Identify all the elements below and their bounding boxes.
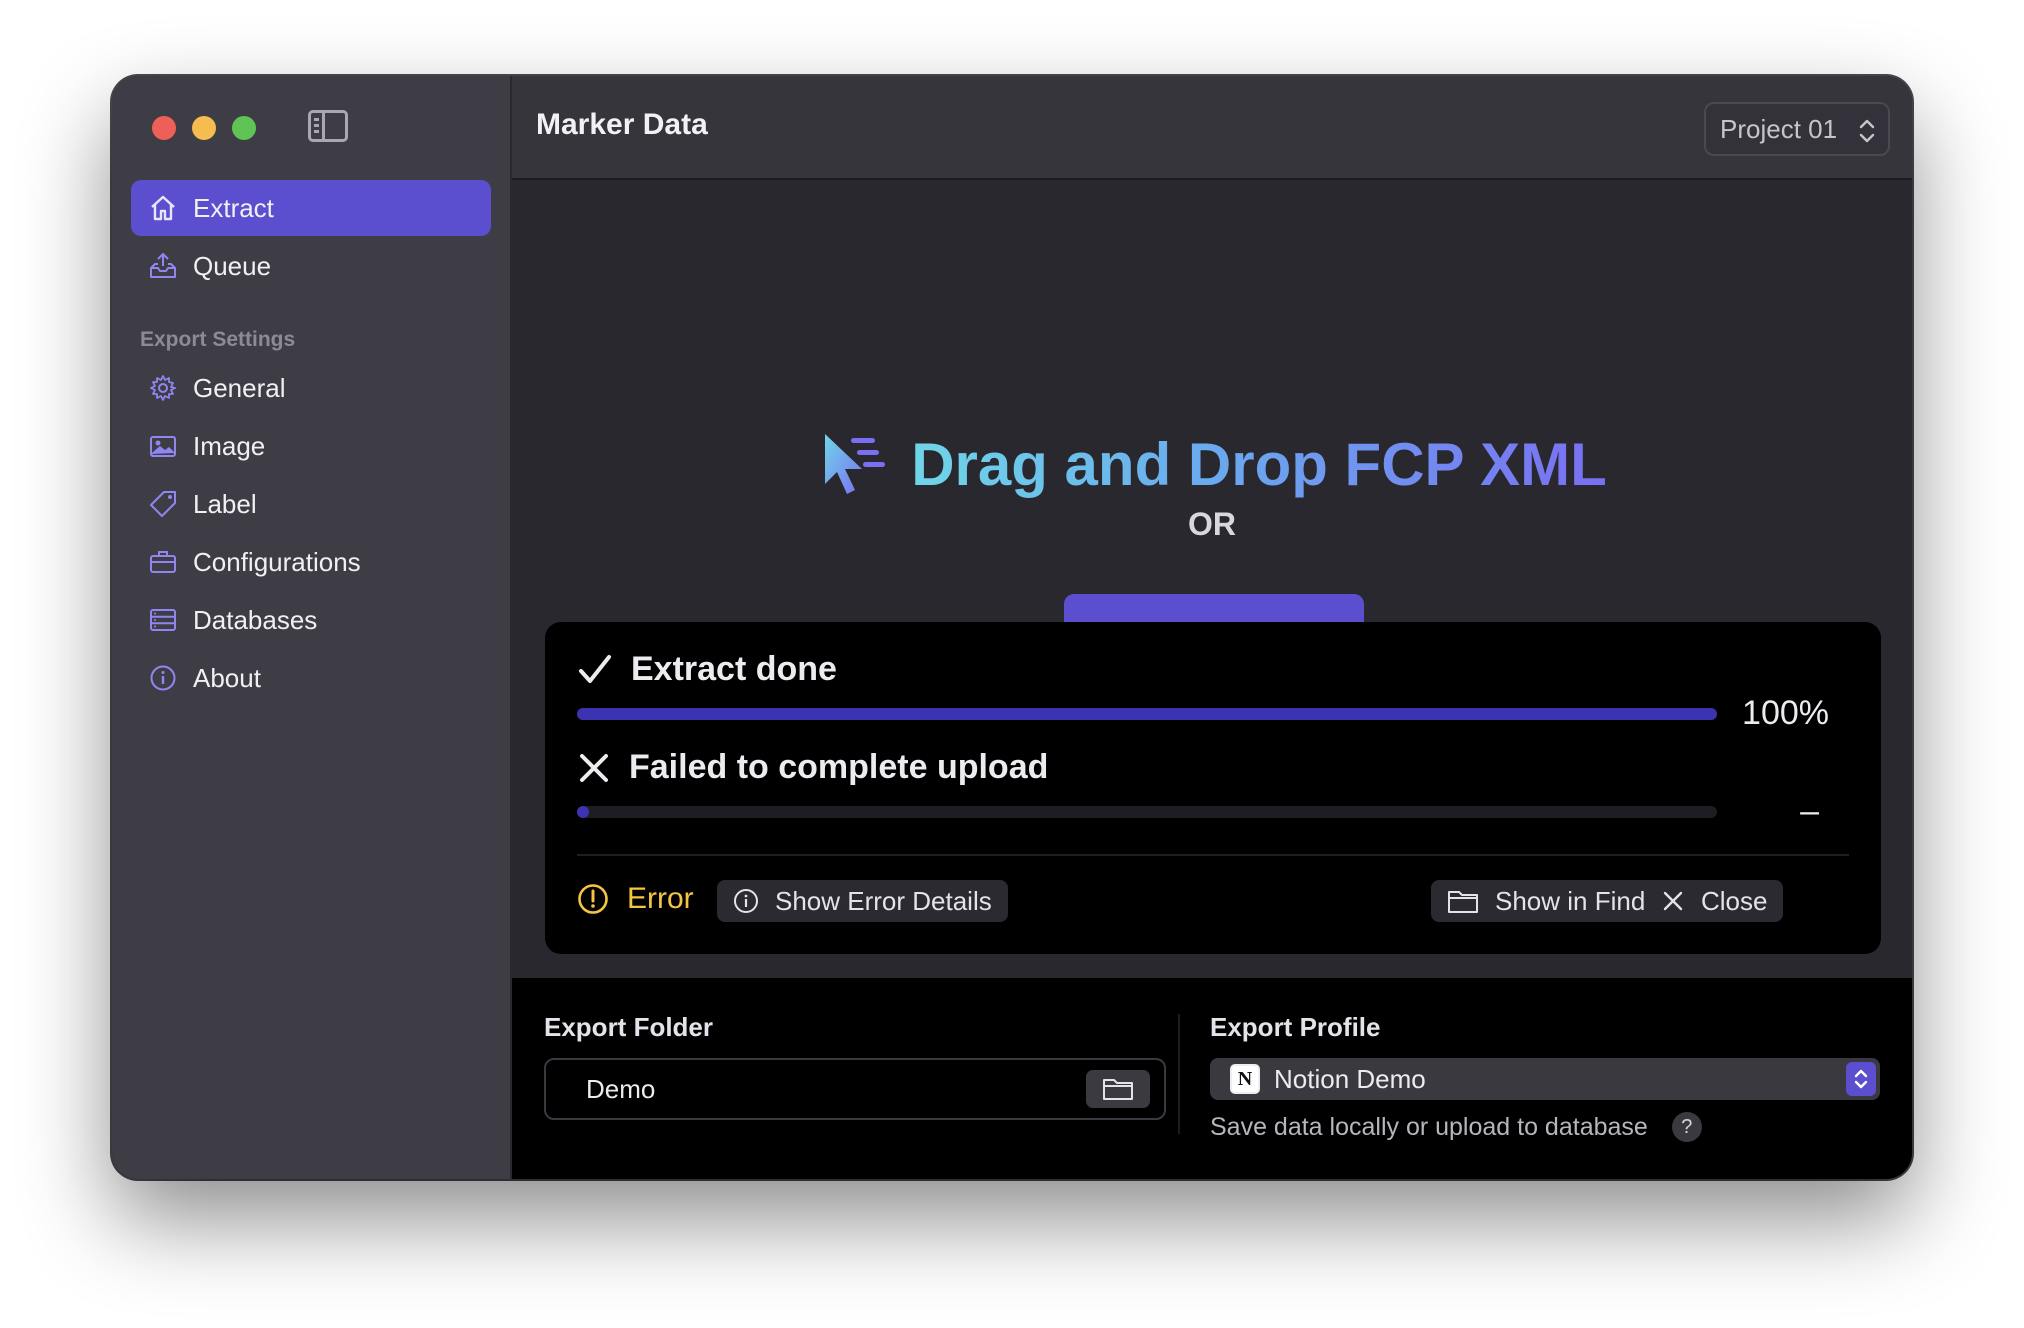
info-icon xyxy=(734,889,758,913)
chevron-updown-icon xyxy=(1859,119,1875,143)
chevron-updown-icon xyxy=(1846,1062,1876,1096)
progress-bar-extract xyxy=(577,708,1717,720)
progress-value: 100% xyxy=(1742,694,1829,732)
briefcase-icon xyxy=(147,546,179,578)
tag-icon xyxy=(147,488,179,520)
export-profile-value: Notion Demo xyxy=(1274,1063,1426,1094)
app-window: Extract Queue Export Settings General Im… xyxy=(112,76,1912,1179)
sidebar-item-label: Configurations xyxy=(193,546,361,577)
sidebar-item-label: Databases xyxy=(193,604,318,635)
sidebar-item-image[interactable]: Image xyxy=(131,418,491,474)
export-profile-hint: Save data locally or upload to database … xyxy=(1210,1112,1702,1142)
progress-bar-upload xyxy=(577,806,1717,818)
button-label: Show Error Details xyxy=(775,885,992,916)
export-folder-value: Demo xyxy=(586,1073,656,1104)
sidebar-item-general[interactable]: General xyxy=(131,360,491,416)
or-separator: OR xyxy=(1188,506,1236,542)
choose-folder-button[interactable] xyxy=(1086,1070,1150,1108)
sidebar-item-databases[interactable]: Databases xyxy=(131,592,491,648)
progress-bar-fill xyxy=(577,708,1717,720)
export-folder-label: Export Folder xyxy=(544,1012,714,1042)
tray-upload-icon xyxy=(147,250,179,282)
house-icon xyxy=(147,192,179,224)
sidebar-item-extract[interactable]: Extract xyxy=(131,180,491,236)
sidebar-item-label: Queue xyxy=(193,250,272,281)
x-icon xyxy=(580,753,608,782)
sidebar-item-label: Extract xyxy=(193,192,274,223)
sidebar-item-label: About xyxy=(193,662,261,693)
task-label: Extract done xyxy=(631,650,837,688)
folder-icon xyxy=(1448,891,1478,913)
export-profile-label: Export Profile xyxy=(1210,1012,1381,1042)
minimize-window-button[interactable] xyxy=(192,116,216,140)
cursor-click-icon xyxy=(825,434,886,494)
main-content: Marker Data Project 01 Drag and Drop FCP… xyxy=(512,76,1912,1179)
show-error-details-button[interactable]: Show Error Details xyxy=(717,880,1008,922)
sidebar-item-label[interactable]: Label xyxy=(131,476,491,532)
project-select[interactable]: Project 01 xyxy=(1704,102,1890,156)
close-window-button[interactable] xyxy=(152,116,176,140)
sidebar-item-configurations[interactable]: Configurations xyxy=(131,534,491,590)
divider xyxy=(577,854,1849,856)
warning-circle-icon xyxy=(578,884,608,914)
sidebar-item-label: General xyxy=(193,372,286,403)
progress-footer: Error Show Error Details Show in Finder … xyxy=(577,880,1849,926)
close-button[interactable]: Close xyxy=(1645,880,1784,922)
task-row-extract: Extract done xyxy=(577,650,837,689)
progress-value: – xyxy=(1800,792,1819,830)
progress-overlay: Extract done 100% Failed to complete upl… xyxy=(545,622,1881,954)
gear-icon xyxy=(147,372,179,404)
button-label: Close xyxy=(1701,885,1768,916)
export-profile-select[interactable]: N Notion Demo xyxy=(1210,1058,1880,1100)
task-label: Failed to complete upload xyxy=(629,748,1049,786)
checkmark-icon xyxy=(579,654,611,683)
info-icon xyxy=(147,662,179,694)
titlebar: Marker Data Project 01 xyxy=(512,76,1912,180)
sidebar: Extract Queue Export Settings General Im… xyxy=(112,76,512,1179)
drop-zone-hero[interactable]: Drag and Drop FCP XML xyxy=(512,426,1912,502)
hint-text: Save data locally or upload to database xyxy=(1210,1112,1648,1141)
photo-icon xyxy=(147,430,179,462)
error-status: Error xyxy=(577,882,694,916)
sidebar-item-about[interactable]: About xyxy=(131,650,491,706)
server-icon xyxy=(147,604,179,636)
drop-zone-title: Drag and Drop FCP XML xyxy=(911,430,1607,498)
progress-bar-fill xyxy=(577,806,589,818)
export-folder-field[interactable]: Demo xyxy=(544,1058,1166,1120)
notion-icon: N xyxy=(1230,1064,1260,1094)
sidebar-toggle-icon[interactable] xyxy=(308,110,348,142)
sidebar-item-label: Image xyxy=(193,430,266,461)
sidebar-item-label-text: Label xyxy=(193,488,257,519)
section-label-export-settings: Export Settings xyxy=(140,328,296,351)
sidebar-nav: Extract Queue Export Settings General Im… xyxy=(131,180,491,708)
close-icon xyxy=(1663,891,1683,911)
window-controls xyxy=(152,116,256,140)
button-label: Show in Finder xyxy=(1495,885,1669,916)
task-row-upload: Failed to complete upload xyxy=(577,748,1048,787)
export-panel: Export Folder Demo Export Profile N Noti… xyxy=(512,978,1912,1179)
page-title: Marker Data xyxy=(536,108,708,141)
divider xyxy=(1178,1014,1180,1134)
project-select-value: Project 01 xyxy=(1720,113,1838,144)
zoom-window-button[interactable] xyxy=(232,116,256,140)
sidebar-item-queue[interactable]: Queue xyxy=(131,238,491,294)
help-button[interactable]: ? xyxy=(1671,1112,1702,1142)
error-label: Error xyxy=(627,882,694,915)
folder-icon xyxy=(1103,1079,1133,1100)
